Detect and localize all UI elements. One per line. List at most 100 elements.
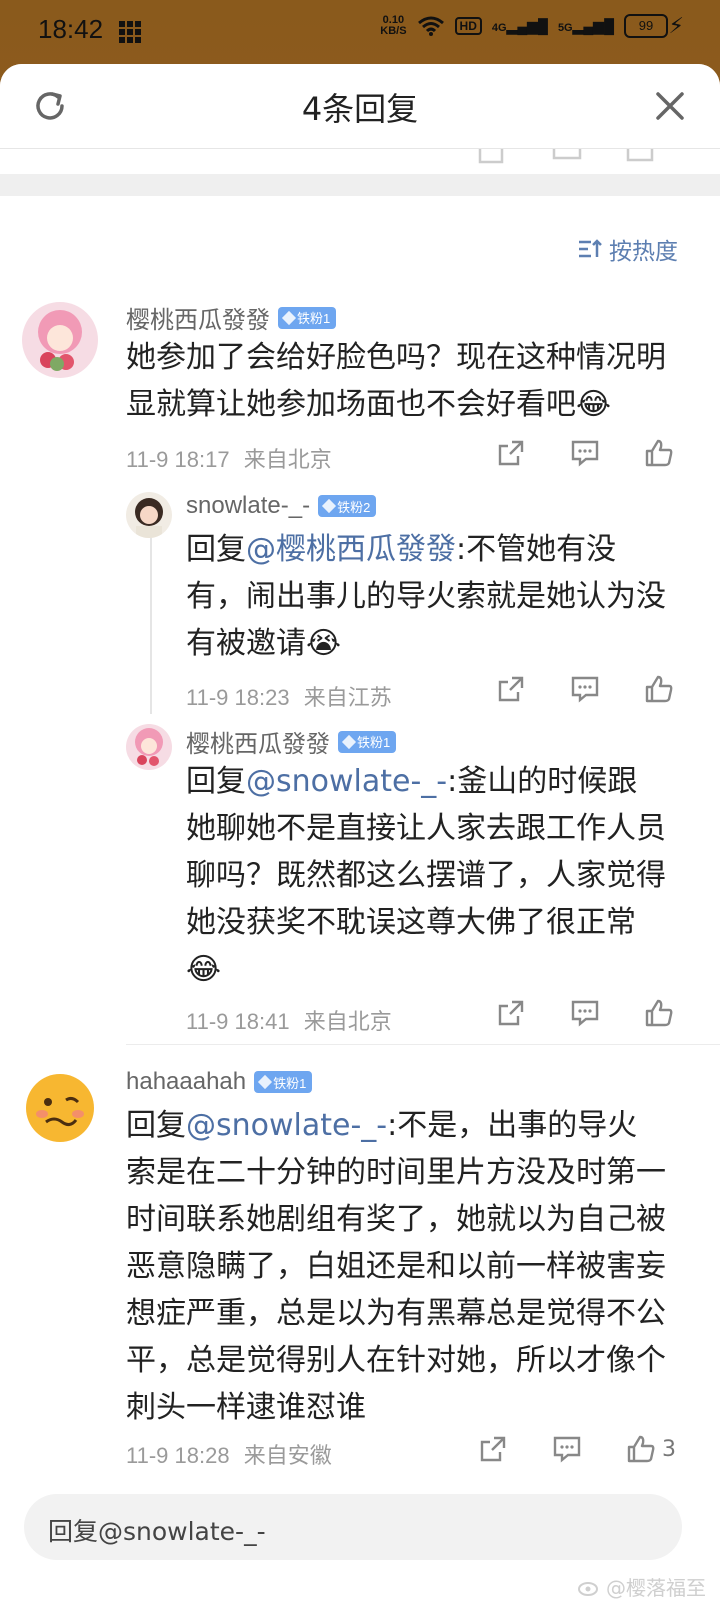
mention-link[interactable]: @snowlate-_- xyxy=(246,764,447,799)
sort-label: 按热度 xyxy=(609,239,678,265)
net-speed-unit: KB/S xyxy=(380,25,407,37)
sort-button[interactable]: 按热度 xyxy=(577,232,678,266)
fan-badge: 铁粉1 xyxy=(278,306,337,329)
watermark-text: @樱落福至 xyxy=(606,1576,706,1600)
badge-label: 铁粉1 xyxy=(297,311,331,326)
comment-time: 11-9 18:28 xyxy=(126,1443,230,1468)
signal-5g-icon: 5G▂▄▆█ xyxy=(557,17,614,34)
status-time: 18:42 xyxy=(38,14,104,44)
weibo-logo-icon xyxy=(578,1581,598,1596)
avatar[interactable] xyxy=(126,492,172,538)
author-name[interactable]: 樱桃西瓜發發 xyxy=(126,300,270,335)
avatar[interactable] xyxy=(22,302,98,378)
diamond-icon xyxy=(321,498,337,514)
mention-link[interactable]: @snowlate-_- xyxy=(186,1108,387,1143)
like-icon[interactable] xyxy=(626,1434,656,1464)
share-icon xyxy=(478,148,504,164)
diamond-icon xyxy=(258,1074,273,1090)
laugh-cry-emoji-icon: 😂 xyxy=(576,387,612,422)
avatar[interactable] xyxy=(22,1070,98,1146)
signal-4g-label: 4G xyxy=(491,21,507,34)
watermark: @樱落福至 xyxy=(578,1572,706,1600)
mention-link[interactable]: @樱桃西瓜發發 xyxy=(246,532,456,567)
comment-icon[interactable] xyxy=(570,674,600,704)
close-icon[interactable] xyxy=(650,86,690,126)
diamond-icon xyxy=(281,310,297,325)
comment-meta: 11-9 18:17 来自北京 xyxy=(126,442,332,474)
author-name[interactable]: 樱桃西瓜發發 xyxy=(186,724,330,759)
like-icon[interactable] xyxy=(644,438,674,468)
fan-badge: 铁粉2 xyxy=(318,495,377,517)
section-divider xyxy=(0,174,720,196)
comment-icon[interactable] xyxy=(570,998,600,1028)
badge-label: 铁粉1 xyxy=(357,735,391,750)
author-name[interactable]: snowlate-_- xyxy=(186,492,310,520)
share-icon[interactable] xyxy=(496,438,526,468)
comment-meta: 11-9 18:28 来自安徽 xyxy=(126,1438,332,1470)
comment-actions xyxy=(496,998,674,1028)
divider xyxy=(126,1044,720,1045)
like-icon[interactable] xyxy=(644,674,674,704)
avatar[interactable] xyxy=(126,724,172,770)
comment-author[interactable]: 樱桃西瓜發發 铁粉1 xyxy=(126,300,337,335)
comment-text: 回复@snowlate-_-:釜山的时候跟她聊她不是直接让人家去跟工作人员聊吗？… xyxy=(186,758,666,993)
share-icon[interactable] xyxy=(496,674,526,704)
share-icon[interactable] xyxy=(496,998,526,1028)
reply-sheet: 4条回复 按热度 樱桃西瓜發發 铁粉1 她参加了会给好脸色吗？现在这种情况明显就… xyxy=(0,64,720,1600)
comment-author[interactable]: hahaaahah 铁粉1 xyxy=(126,1068,313,1096)
comment-text: 回复@樱桃西瓜發發:不管她有没有，闹出事儿的导火索就是她认为没有被邀请😭 xyxy=(186,526,666,667)
fan-badge: 铁粉1 xyxy=(254,1071,313,1093)
fan-badge: 铁粉1 xyxy=(338,730,397,753)
comment-actions xyxy=(496,438,674,468)
comment-author[interactable]: snowlate-_- 铁粉2 xyxy=(186,492,377,520)
comment-location: 来自北京 xyxy=(303,1009,392,1034)
comment-time: 11-9 18:17 xyxy=(126,447,230,472)
like-count: 3 xyxy=(662,1436,676,1462)
like-icon xyxy=(626,148,654,162)
battery-icon: 99 xyxy=(624,14,668,38)
avatar-image xyxy=(38,310,82,371)
comment-icon[interactable] xyxy=(552,1434,582,1464)
comment-text: 回复@snowlate-_-:不是，出事的导火索是在二十分钟的时间里片方没及时第… xyxy=(126,1102,666,1431)
comment-location: 来自江苏 xyxy=(303,685,392,710)
reply-prefix: 回复 xyxy=(186,532,246,567)
reply-prefix: 回复 xyxy=(186,764,246,799)
comment-meta: 11-9 18:23 来自江苏 xyxy=(186,680,392,712)
comment-text-content: :不是，出事的导火索是在二十分钟的时间里片方没及时第一时间联系她剧组有奖了，她就… xyxy=(126,1108,666,1425)
charging-icon: ⚡ xyxy=(668,14,684,39)
reply-input[interactable]: 回复@snowlate-_- xyxy=(24,1494,682,1560)
badge-label: 铁粉2 xyxy=(337,499,371,515)
comment-time: 11-9 18:23 xyxy=(186,685,290,710)
wifi-icon xyxy=(417,16,444,36)
app-grid-icon xyxy=(119,21,141,43)
comment-actions: 3 xyxy=(478,1434,676,1464)
comment-icon[interactable] xyxy=(570,438,600,468)
net-speed: 0.10 KB/S xyxy=(380,15,406,37)
comment-text: 她参加了会给好脸色吗？现在这种情况明显就算让她参加场面也不会好看吧😂 xyxy=(126,334,666,428)
laugh-cry-emoji-icon: 😂 xyxy=(186,952,222,987)
sort-icon xyxy=(579,239,602,258)
signal-4g-icon: 4G▂▄▆█ xyxy=(491,17,548,34)
comment-time: 11-9 18:41 xyxy=(186,1009,290,1034)
sheet-header: 4条回复 xyxy=(0,64,720,149)
comment-meta: 11-9 18:41 来自北京 xyxy=(186,1004,392,1036)
hd-icon: HD xyxy=(454,17,482,35)
comment-location: 来自北京 xyxy=(243,447,332,472)
like-button[interactable]: 3 xyxy=(626,1434,676,1464)
avatar-image xyxy=(135,728,163,766)
badge-label: 铁粉1 xyxy=(273,1075,307,1091)
cut-off-row xyxy=(0,148,720,172)
comment-actions xyxy=(496,674,674,704)
share-icon[interactable] xyxy=(478,1434,508,1464)
thread-line xyxy=(150,534,152,714)
like-icon[interactable] xyxy=(644,998,674,1028)
sheet-title: 4条回复 xyxy=(301,90,419,128)
woozy-face-emoji-icon xyxy=(26,1074,94,1142)
author-name[interactable]: hahaaahah xyxy=(126,1068,246,1096)
comment-icon xyxy=(552,148,582,160)
status-indicators: 0.10 KB/S HD 4G▂▄▆█ 5G▂▄▆█ 99 xyxy=(380,14,668,38)
reply-prefix: 回复 xyxy=(126,1108,186,1143)
signal-5g-label: 5G xyxy=(557,21,573,34)
comment-author[interactable]: 樱桃西瓜發發 铁粉1 xyxy=(186,724,397,759)
comment-location: 来自安徽 xyxy=(243,1443,332,1468)
